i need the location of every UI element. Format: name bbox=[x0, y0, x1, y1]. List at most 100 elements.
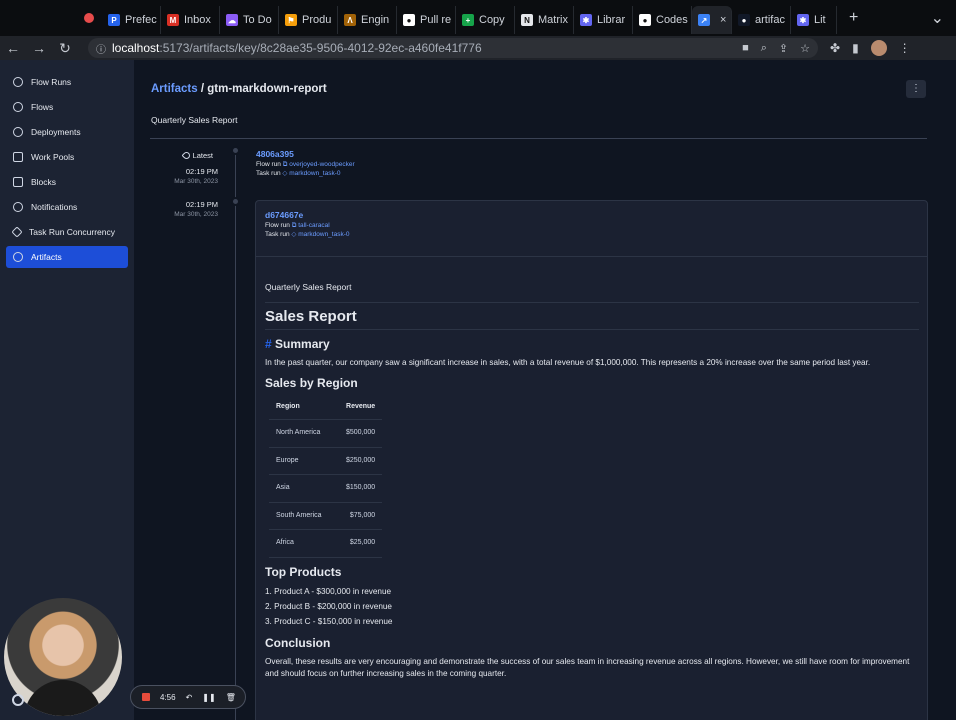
artifact-id-link[interactable]: 4806a395 bbox=[256, 148, 355, 160]
task-run-link[interactable]: markdown_task-0 bbox=[298, 231, 349, 238]
browser-tab[interactable]: ↗ × bbox=[692, 6, 732, 34]
screen-recorder-controls: 4:56 ↶ ❚❚ 🗑 bbox=[130, 685, 246, 709]
side-panel-icon[interactable]: ▮ bbox=[852, 41, 859, 55]
undo-icon[interactable]: ↶ bbox=[186, 693, 193, 702]
region-cell: South America bbox=[269, 502, 339, 530]
sidebar-item-label: Blocks bbox=[31, 177, 57, 187]
breadcrumb-artifacts-link[interactable]: Artifacts bbox=[151, 83, 198, 95]
browser-tab[interactable]: M Inbox bbox=[161, 6, 220, 34]
table-row: Africa $25,000 bbox=[269, 529, 383, 558]
card-divider bbox=[256, 256, 927, 257]
gear-icon[interactable] bbox=[12, 694, 24, 706]
sidebar-item-notifications[interactable]: Notifications bbox=[6, 196, 128, 218]
flow-runs-icon bbox=[13, 77, 23, 87]
region-cell: Europe bbox=[269, 447, 339, 475]
extensions-icon[interactable]: ✤ bbox=[830, 41, 840, 55]
tab-favicon-icon: ⚑ bbox=[285, 14, 297, 26]
conclusion-text: Overall, these results are very encourag… bbox=[265, 656, 910, 679]
flows-icon bbox=[13, 102, 23, 112]
new-tab-icon[interactable]: + bbox=[837, 9, 870, 27]
region-table: Region Revenue North America $500,000 Euro… bbox=[269, 395, 383, 558]
region-cell: Africa bbox=[269, 529, 339, 558]
bookmark-star-icon[interactable]: ☆ bbox=[800, 42, 810, 55]
close-tab-icon[interactable]: × bbox=[720, 14, 726, 26]
table-row: Europe $250,000 bbox=[269, 447, 383, 475]
more-options-button[interactable]: ⋮ bbox=[906, 80, 926, 98]
task-run-label: Task run bbox=[256, 170, 281, 177]
browser-tab[interactable]: ✱ Lit bbox=[791, 6, 837, 34]
deployments-icon bbox=[13, 127, 23, 137]
sidebar-item-blocks[interactable]: Blocks bbox=[6, 171, 128, 193]
browser-tab[interactable]: P Prefec bbox=[102, 6, 161, 34]
trash-icon[interactable]: 🗑 bbox=[226, 693, 236, 702]
tab-favicon-icon: Λ bbox=[344, 14, 356, 26]
forward-icon[interactable]: → bbox=[26, 40, 52, 56]
sidebar-item-work-pools[interactable]: Work Pools bbox=[6, 146, 128, 168]
region-heading: Sales by Region bbox=[265, 376, 358, 390]
tab-favicon-icon: ● bbox=[639, 14, 651, 26]
reload-icon[interactable]: ↻ bbox=[52, 40, 78, 57]
summary-text: In the past quarter, our company saw a s… bbox=[265, 357, 871, 367]
tab-favicon-icon: ● bbox=[738, 14, 750, 26]
timeline-node bbox=[231, 146, 240, 155]
browser-tab[interactable]: ● artifac bbox=[732, 6, 791, 34]
browser-tab[interactable]: ● Codes bbox=[633, 6, 692, 34]
browser-tab[interactable]: ⚑ Produ bbox=[279, 6, 338, 34]
site-info-icon[interactable]: ⓘ bbox=[96, 41, 106, 56]
summary-heading: # Summary bbox=[265, 338, 919, 351]
timeline-time: 02:19 PM bbox=[185, 200, 218, 209]
page-subtitle: Quarterly Sales Report bbox=[151, 115, 238, 125]
browser-menu-icon[interactable]: ⋮ bbox=[899, 41, 911, 55]
tab-favicon-icon: ✱ bbox=[580, 14, 592, 26]
browser-tab[interactable]: Λ Engin bbox=[338, 6, 397, 34]
profile-avatar[interactable] bbox=[870, 40, 887, 56]
zoom-icon[interactable]: ⌕ bbox=[761, 42, 767, 55]
column-header-region: Region bbox=[269, 395, 339, 420]
flow-run-link[interactable]: tall-caracal bbox=[298, 222, 329, 229]
task-run-link[interactable]: markdown_task-0 bbox=[289, 170, 340, 177]
browser-tab-bar: P Prefec M Inbox ☁ To Do ⚑ Produ Λ Engin ● Pull re +… bbox=[0, 0, 956, 36]
breadcrumb-separator: / bbox=[197, 83, 208, 95]
conclusion-heading: Conclusion bbox=[265, 636, 331, 650]
task-run-icon: ◇ bbox=[291, 231, 297, 238]
browser-toolbar: ← → ↻ ⓘ localhost:5173/artifacts/key/8c2… bbox=[0, 36, 956, 60]
share-icon[interactable]: ⇪ bbox=[779, 42, 788, 55]
revenue-cell: $75,000 bbox=[339, 502, 383, 530]
flow-run-label: Flow run bbox=[265, 222, 290, 229]
tab-title: artifac bbox=[755, 14, 785, 26]
browser-tab[interactable]: ● Pull re bbox=[397, 6, 456, 34]
artifact-entry-header: d674667e Flow run ⧉ tall-caracal Task ru… bbox=[265, 209, 350, 239]
table-row: South America $75,000 bbox=[269, 502, 383, 530]
browser-tab[interactable]: ☁ To Do bbox=[220, 6, 279, 34]
back-icon[interactable]: ← bbox=[0, 40, 26, 56]
url-host: localhost bbox=[112, 41, 160, 55]
browser-tab[interactable]: N Matrix bbox=[515, 6, 574, 34]
stop-recording-icon[interactable] bbox=[142, 693, 150, 701]
recording-indicator-icon bbox=[84, 13, 94, 23]
column-header-revenue: Revenue bbox=[339, 395, 383, 420]
browser-tab[interactable]: + Copy bbox=[456, 6, 515, 34]
products-heading: Top Products bbox=[265, 564, 342, 579]
browser-tab[interactable]: ✱ Librar bbox=[574, 6, 633, 34]
pause-icon[interactable]: ❚❚ bbox=[202, 693, 215, 702]
tab-search-icon[interactable]: ⌄ bbox=[919, 8, 956, 28]
tab-favicon-icon: ☁ bbox=[226, 14, 238, 26]
tab-title: Copy bbox=[479, 14, 505, 26]
address-bar[interactable]: ⓘ localhost:5173/artifacts/key/8c28ae35-… bbox=[88, 38, 818, 58]
artifact-id-link[interactable]: d674667e bbox=[265, 209, 350, 221]
sidebar-item-artifacts[interactable]: Artifacts bbox=[6, 246, 128, 268]
sidebar-item-task-run-concurrency[interactable]: Task Run Concurrency bbox=[6, 221, 128, 243]
heading-anchor[interactable]: # bbox=[265, 337, 272, 351]
timeline-date: Mar 30th, 2023 bbox=[174, 178, 218, 185]
tab-favicon-icon: M bbox=[167, 14, 179, 26]
blocks-icon bbox=[13, 177, 23, 187]
revenue-cell: $150,000 bbox=[339, 474, 383, 503]
sidebar-item-flow-runs[interactable]: Flow Runs bbox=[6, 71, 128, 93]
sidebar-item-deployments[interactable]: Deployments bbox=[6, 121, 128, 143]
flow-run-icon: ⧉ bbox=[291, 222, 297, 229]
camera-icon[interactable]: ■ bbox=[742, 42, 749, 55]
sidebar-item-flows[interactable]: Flows bbox=[6, 96, 128, 118]
tab-favicon-icon: N bbox=[521, 14, 533, 26]
timeline-line bbox=[235, 152, 236, 720]
flow-run-link[interactable]: overjoyed-woodpecker bbox=[289, 161, 354, 168]
